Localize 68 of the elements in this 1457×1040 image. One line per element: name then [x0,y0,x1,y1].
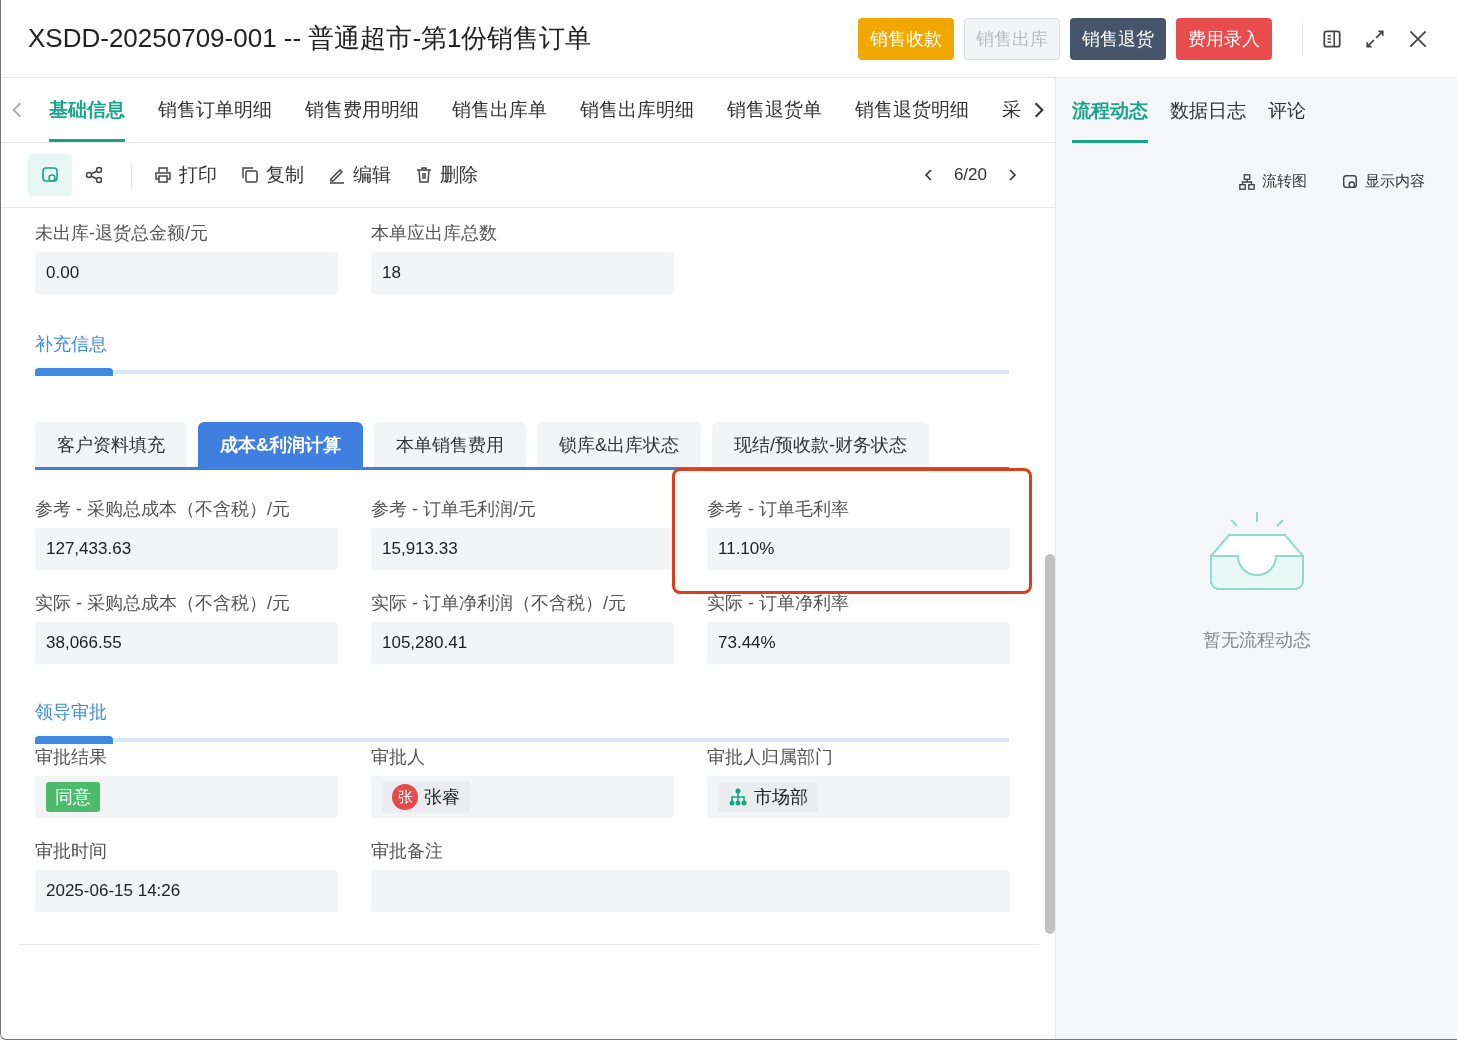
copy-icon [240,165,260,185]
field-value: 18 [371,252,674,294]
field-label: 审批时间 [35,840,108,863]
sidebar-icon[interactable] [1321,27,1343,50]
section-title: 补充信息 [35,333,108,356]
toolbar-button[interactable]: 复制 [234,162,310,188]
field-label: 参考 - 采购总成本（不含税）/元 [35,498,291,521]
field-label: 参考 - 订单毛利润/元 [371,498,537,521]
share-icon[interactable] [84,165,104,185]
field-value: 105,280.41 [371,622,674,664]
avatar: 张 [392,784,418,810]
tab[interactable]: 销售出库明细 [580,78,694,142]
field-label: 实际 - 订单净利润（不含税）/元 [371,592,627,615]
field-label: 审批人归属部门 [707,746,834,769]
tab[interactable]: 销售退货单 [727,78,822,142]
field-value: 38,066.55 [35,622,338,664]
subtab[interactable]: 本单销售费用 [374,422,526,467]
toolbar-button[interactable]: 删除 [408,162,484,188]
status-tag: 同意 [46,782,100,812]
person-name: 张睿 [424,786,460,809]
field-value: 0.00 [35,252,338,294]
flowchart-icon [1238,172,1256,191]
next-icon[interactable] [1007,167,1017,183]
field-label: 本单应出库总数 [371,222,498,245]
chevron-right-icon[interactable] [1033,101,1045,119]
subtab[interactable]: 客户资料填充 [35,422,187,467]
subtab[interactable]: 成本&利润计算 [198,422,363,467]
tab[interactable]: 销售订单明细 [158,78,272,142]
tab[interactable]: 销售出库单 [452,78,547,142]
expand-icon[interactable] [1364,27,1386,50]
eye-card-icon [40,165,60,185]
field-label: 参考 - 订单毛利率 [707,498,850,521]
org-chart-icon [728,787,748,807]
field-value: 73.44% [707,622,1010,664]
field-value: 127,433.63 [35,528,338,570]
scrollbar[interactable] [1045,554,1055,934]
field-label: 实际 - 采购总成本（不含税）/元 [35,592,291,615]
tab[interactable]: 数据日志 [1170,78,1246,143]
tab[interactable]: 评论 [1268,78,1306,143]
side-action-button[interactable]: 显示内容 [1335,171,1431,192]
tab[interactable]: 采 [1002,78,1021,142]
toolbar-button[interactable]: 打印 [147,162,223,188]
tab[interactable]: 销售退货明细 [855,78,969,142]
field-label: 审批结果 [35,746,108,769]
previous-icon[interactable] [923,167,934,183]
subtab[interactable]: 锁库&出库状态 [537,422,701,467]
toolbar-button[interactable]: 编辑 [321,162,397,188]
empty-message: 暂无流程动态 [1202,629,1311,652]
window-title: XSDD-20250709-001 -- 普通超市-第1份销售订单 [28,22,593,55]
empty-inbox-icon [1208,510,1305,592]
header-button[interactable]: 销售退货 [1070,17,1166,60]
header-button[interactable]: 费用录入 [1176,17,1272,60]
field-label: 审批备注 [371,840,444,863]
side-action-button[interactable]: 流转图 [1232,171,1313,192]
tab[interactable]: 销售费用明细 [305,78,419,142]
field-label: 实际 - 订单净利率 [707,592,850,615]
field-value: 11.10% [707,528,1010,570]
page-counter: 6/20 [953,165,987,185]
printer-icon [153,165,173,185]
subtab[interactable]: 现结/预收款-财务状态 [712,422,929,467]
trash-icon [414,165,434,185]
field-value: 2025-06-15 14:26 [35,870,338,912]
eye-card-icon [1341,172,1359,191]
field-label: 未出库-退货总金额/元 [35,222,209,245]
department-name: 市场部 [754,786,808,809]
field-label: 审批人 [371,746,426,769]
field-value: 15,913.33 [371,528,674,570]
section-title: 领导审批 [35,701,108,724]
